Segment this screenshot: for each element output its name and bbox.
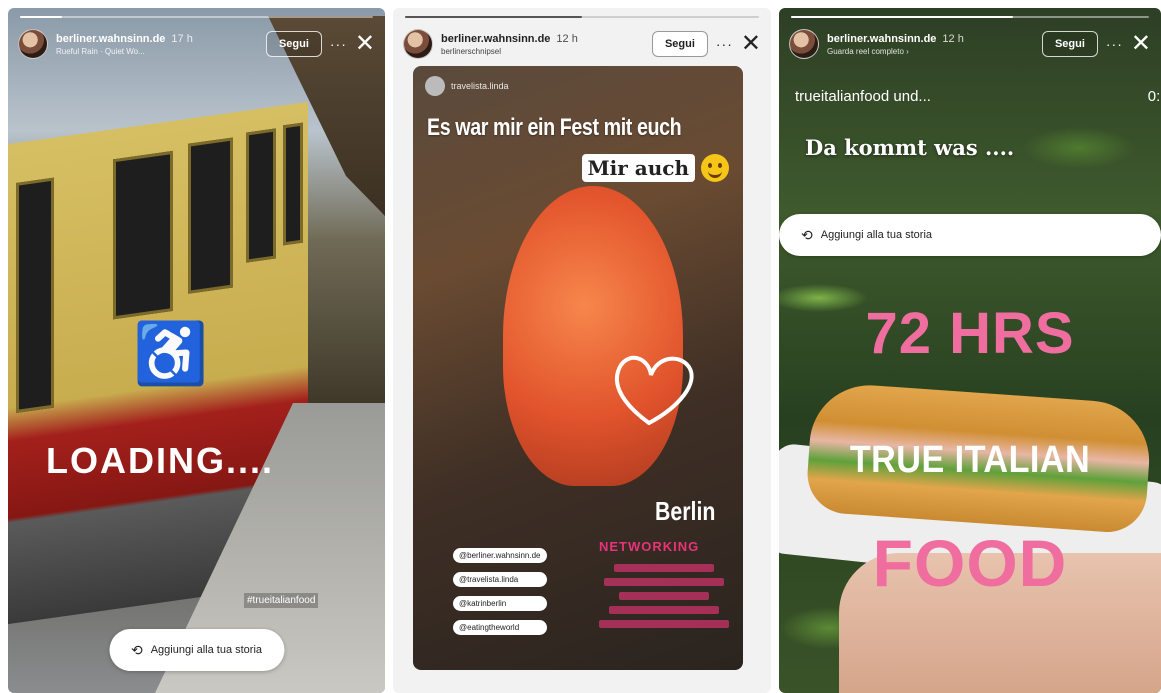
story-panel-1[interactable]: ♿ berliner.wahnsinn.de 17 h Rueful Rain ·… — [8, 8, 385, 693]
story-header: berliner.wahnsinn.de 12 h Guarda reel com… — [789, 26, 1151, 62]
add-story-icon: ⟲ — [801, 226, 813, 243]
pink-line — [614, 564, 714, 572]
close-icon[interactable]: ✕ — [1131, 32, 1151, 56]
mention-tag[interactable]: @katrinberlin — [453, 596, 547, 611]
story-header: berliner.wahnsinn.de 12 h berlinerschnips… — [403, 26, 761, 62]
story-subline[interactable]: Rueful Rain · Quiet Wo... — [56, 47, 258, 56]
story-time: 12 h — [556, 32, 578, 45]
avatar[interactable] — [403, 29, 433, 59]
story-progress-fill — [20, 16, 63, 18]
account-name[interactable]: berliner.wahnsinn.de — [56, 33, 165, 45]
story-viewer-collage: ♿ berliner.wahnsinn.de 17 h Rueful Rain ·… — [0, 0, 1161, 693]
pink-line — [609, 606, 719, 614]
more-icon[interactable]: ··· — [716, 36, 733, 52]
train-door — [16, 177, 54, 413]
reply-sticker: Mir auch — [581, 154, 729, 182]
mention-tag[interactable]: @eatingtheworld — [453, 620, 547, 635]
train-window — [283, 122, 303, 246]
headline-text: Es war mir ein Fest mit euch — [427, 114, 682, 141]
story-panel-3[interactable]: berliner.wahnsinn.de 12 h Guarda reel com… — [779, 8, 1161, 693]
more-icon[interactable]: ··· — [1106, 36, 1123, 52]
pink-text-block — [595, 564, 733, 628]
avatar[interactable] — [18, 29, 48, 59]
city-text: Berlin — [655, 496, 716, 526]
account-name[interactable]: berliner.wahnsinn.de — [441, 33, 550, 45]
mention-tag[interactable]: @travelista.linda — [453, 572, 547, 587]
mention-avatar — [425, 76, 445, 96]
reply-text: Mir auch — [581, 154, 695, 182]
hours-text: 72 HRS — [865, 301, 1075, 366]
train-window — [188, 137, 233, 294]
story-meta: berliner.wahnsinn.de 12 h berlinerschnips… — [441, 33, 644, 56]
add-to-story-button[interactable]: ⟲ Aggiungi alla tua storia — [108, 629, 285, 671]
mention-username[interactable]: travelista.linda — [451, 81, 509, 91]
reel-duration: 0:17 — [1147, 88, 1161, 105]
story-time: 17 h — [171, 32, 193, 45]
teaser-text: Da kommt was .... — [805, 135, 1015, 160]
loading-overlay-text: LOADING.... — [46, 440, 274, 481]
pink-line — [599, 620, 729, 628]
reel-caption-row: trueitalianfood und... 0:17 — [795, 88, 1161, 105]
follow-button[interactable]: Segui — [651, 31, 708, 57]
networking-text: NETWORKING — [599, 539, 700, 554]
story-meta: berliner.wahnsinn.de 12 h Guarda reel com… — [827, 33, 1034, 56]
pink-line — [604, 578, 724, 586]
close-icon[interactable]: ✕ — [741, 32, 761, 56]
wheelchair-icon: ♿ — [133, 320, 208, 387]
add-story-icon: ⟲ — [130, 641, 143, 658]
close-icon[interactable]: ✕ — [355, 32, 375, 56]
food-text: FOOD — [872, 526, 1068, 600]
follow-button[interactable]: Segui — [265, 31, 322, 57]
reshared-story-card[interactable]: travelista.linda Es war mir ein Fest mit… — [413, 66, 743, 670]
watch-full-reel-link[interactable]: Guarda reel completo › — [827, 47, 1034, 56]
story-panel-2[interactable]: berliner.wahnsinn.de 12 h berlinerschnips… — [393, 8, 771, 693]
add-to-story-label: Aggiungi alla tua storia — [820, 229, 933, 241]
story-header: berliner.wahnsinn.de 17 h Rueful Rain · Q… — [18, 26, 375, 62]
pink-line — [619, 592, 709, 600]
title-text: TRUE ITALIAN — [849, 439, 1091, 481]
smile-emoji-icon — [701, 154, 729, 182]
mention-header: travelista.linda — [425, 76, 509, 96]
story-time: 12 h — [942, 32, 964, 45]
story-progress-bar — [405, 16, 759, 18]
story-progress-bar — [20, 16, 373, 18]
heart-doodle-icon — [615, 355, 694, 425]
add-to-story-label: Aggiungi alla tua storia — [150, 644, 263, 656]
story-progress-bar — [791, 16, 1149, 18]
spritz-glass-image — [503, 186, 683, 486]
story-progress-fill — [791, 16, 1013, 18]
train-window — [113, 150, 173, 320]
mention-tag[interactable]: @berliner.wahnsinn.de — [453, 548, 547, 563]
mention-tags: @berliner.wahnsinn.de @travelista.linda … — [453, 548, 547, 635]
story-meta: berliner.wahnsinn.de 17 h Rueful Rain · Q… — [56, 33, 258, 56]
story-subline[interactable]: berlinerschnipsel — [441, 47, 644, 56]
hashtag-sticker[interactable]: #trueitalianfood — [244, 593, 319, 608]
follow-button[interactable]: Segui — [1041, 31, 1098, 57]
add-to-story-button[interactable]: ⟲ Aggiungi alla tua storia — [779, 214, 1161, 256]
avatar[interactable] — [789, 29, 819, 59]
train-door — [246, 128, 276, 263]
story-progress-fill — [405, 16, 582, 18]
account-name[interactable]: berliner.wahnsinn.de — [827, 33, 936, 45]
reel-caption[interactable]: trueitalianfood und... — [795, 88, 931, 105]
more-icon[interactable]: ··· — [330, 36, 347, 52]
